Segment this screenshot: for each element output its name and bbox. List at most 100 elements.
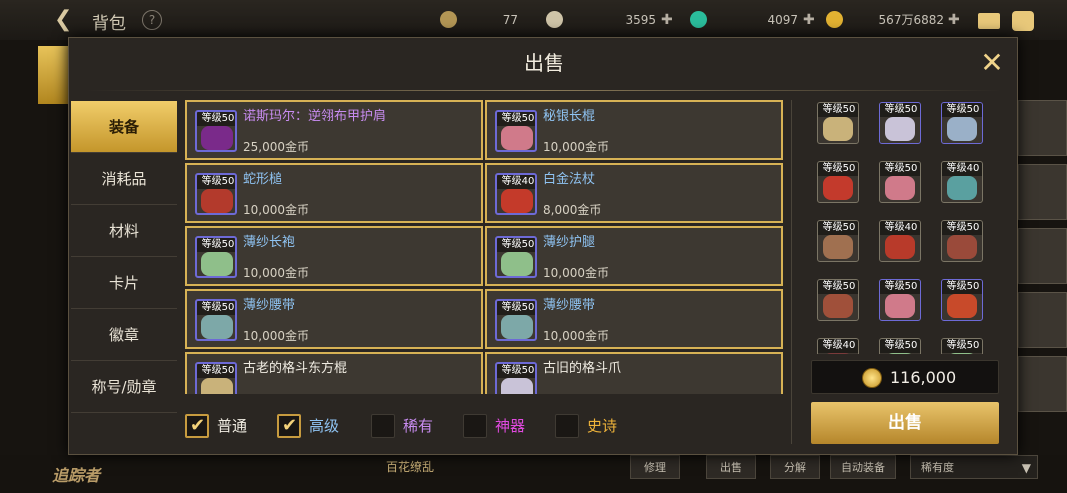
tab-consumables[interactable]: 消耗品 bbox=[71, 153, 177, 205]
sell-tab-button[interactable]: 出售 bbox=[706, 455, 756, 479]
item-price: 10,000金币 bbox=[543, 329, 609, 343]
auto-equip-button[interactable]: 自动装备 bbox=[830, 455, 896, 479]
item-card[interactable]: 等级50 秘银长棍 10,000金币 bbox=[485, 100, 783, 160]
chat-icon[interactable] bbox=[1012, 11, 1034, 31]
item-icon: 等级50 bbox=[495, 236, 537, 278]
selected-item-icon[interactable]: 等级50 bbox=[879, 102, 921, 144]
item-art-icon bbox=[501, 378, 533, 394]
selected-item-icon[interactable]: 等级50 bbox=[941, 338, 983, 354]
selected-item-icon[interactable]: 等级50 bbox=[941, 220, 983, 262]
selected-item-icon[interactable]: 等级50 bbox=[941, 102, 983, 144]
item-card[interactable]: 等级50 薄纱护腿 10,000金币 bbox=[485, 226, 783, 286]
item-name: 薄纱腰带 bbox=[243, 298, 296, 313]
item-art-icon bbox=[947, 353, 977, 354]
item-card[interactable]: 等级40 白金法杖 8,000金币 bbox=[485, 163, 783, 223]
selected-item-icon[interactable]: 等级50 bbox=[879, 279, 921, 321]
item-level: 等级40 bbox=[880, 221, 920, 235]
item-price: 10,000金币 bbox=[243, 203, 309, 217]
selected-item-icon[interactable]: 等级50 bbox=[941, 279, 983, 321]
selected-item-icon[interactable]: 等级50 bbox=[817, 161, 859, 203]
item-name: 诺斯玛尔：逆翎布甲护肩 bbox=[243, 109, 387, 124]
item-card[interactable]: 等级50 古老的格斗东方棍 bbox=[185, 352, 483, 394]
item-art-icon bbox=[885, 235, 915, 259]
item-level: 等级50 bbox=[942, 280, 982, 294]
total-price: 116,000 bbox=[811, 360, 999, 394]
selected-item-icon[interactable]: 等级50 bbox=[879, 338, 921, 354]
plus-icon[interactable]: ✚ bbox=[803, 13, 815, 27]
item-icon: 等级50 bbox=[195, 362, 237, 394]
selected-item-icon[interactable]: 等级50 bbox=[817, 279, 859, 321]
back-arrow-icon[interactable]: ❮ bbox=[54, 8, 84, 32]
sort-select[interactable]: 稀有度 ▼ bbox=[910, 455, 1038, 479]
item-card[interactable]: 等级50 薄纱腰带 10,000金币 bbox=[185, 289, 483, 349]
filter-label: 稀有 bbox=[403, 417, 434, 435]
item-price: 10,000金币 bbox=[243, 329, 309, 343]
selected-item-icon[interactable]: 等级50 bbox=[879, 161, 921, 203]
selected-item-icon[interactable]: 等级40 bbox=[879, 220, 921, 262]
panel-divider bbox=[791, 100, 792, 444]
selected-items-grid: 等级50 等级50 等级50 等级50 等级50 等级40 等级50 等级40 等级50 等级50… bbox=[817, 102, 997, 354]
item-art-icon bbox=[947, 294, 977, 318]
repair-button[interactable]: 修理 bbox=[630, 455, 680, 479]
item-card[interactable]: 等级50 诺斯玛尔：逆翎布甲护肩 25,000金币 bbox=[185, 100, 483, 160]
item-name: 古旧的格斗爪 bbox=[543, 361, 622, 376]
item-art-icon bbox=[823, 294, 853, 318]
item-art-icon bbox=[501, 252, 533, 276]
item-level: 等级50 bbox=[880, 339, 920, 353]
item-icon: 等级50 bbox=[495, 110, 537, 152]
item-level: 等级50 bbox=[497, 301, 535, 315]
checkbox[interactable] bbox=[371, 414, 395, 438]
chevron-down-icon: ▼ bbox=[1021, 461, 1031, 475]
item-card[interactable]: 等级50 薄纱腰带 10,000金币 bbox=[485, 289, 783, 349]
selected-item-icon[interactable]: 等级40 bbox=[941, 161, 983, 203]
close-icon[interactable]: ✕ bbox=[977, 48, 1007, 78]
tab-materials[interactable]: 材料 bbox=[71, 205, 177, 257]
filter-label: 普通 bbox=[217, 417, 248, 435]
sell-button[interactable]: 出售 bbox=[811, 402, 999, 444]
mail-icon[interactable] bbox=[978, 13, 1000, 29]
sort-label: 稀有度 bbox=[921, 461, 954, 474]
checkbox[interactable]: ✔ bbox=[185, 414, 209, 438]
item-name: 薄纱腰带 bbox=[543, 298, 596, 313]
item-icon: 等级50 bbox=[195, 173, 237, 215]
item-art-icon bbox=[501, 126, 533, 150]
tab-badges[interactable]: 徽章 bbox=[71, 309, 177, 361]
item-price: 8,000金币 bbox=[543, 203, 602, 217]
item-level: 等级50 bbox=[497, 364, 535, 378]
coin-icon bbox=[826, 11, 843, 28]
selected-item-icon[interactable]: 等级50 bbox=[817, 102, 859, 144]
item-art-icon bbox=[201, 252, 233, 276]
item-icon: 等级50 bbox=[195, 236, 237, 278]
plus-icon[interactable]: ✚ bbox=[948, 13, 960, 27]
item-level: 等级50 bbox=[818, 103, 858, 117]
page-title: 背包 bbox=[92, 14, 126, 34]
checkbox[interactable] bbox=[555, 414, 579, 438]
item-card[interactable]: 等级50 古旧的格斗爪 bbox=[485, 352, 783, 394]
selected-item-icon[interactable]: 等级40 bbox=[817, 338, 859, 354]
checkbox[interactable]: ✔ bbox=[277, 414, 301, 438]
item-level: 等级40 bbox=[497, 175, 535, 189]
item-art-icon bbox=[885, 294, 915, 318]
item-level: 等级50 bbox=[818, 221, 858, 235]
item-icon: 等级50 bbox=[195, 110, 237, 152]
tab-cards[interactable]: 卡片 bbox=[71, 257, 177, 309]
item-card[interactable]: 等级50 薄纱长袍 10,000金币 bbox=[185, 226, 483, 286]
bottom-center-text: 百花缭乱 bbox=[386, 460, 435, 474]
item-level: 等级40 bbox=[818, 339, 858, 353]
filter-label: 史诗 bbox=[587, 417, 618, 435]
item-card[interactable]: 等级50 蛇形槌 10,000金币 bbox=[185, 163, 483, 223]
item-icon: 等级50 bbox=[495, 299, 537, 341]
help-icon[interactable]: ? bbox=[142, 10, 162, 30]
item-level: 等级50 bbox=[818, 280, 858, 294]
selected-item-icon[interactable]: 等级50 bbox=[817, 220, 859, 262]
item-art-icon bbox=[947, 176, 977, 200]
currency-value-2: 3595 bbox=[625, 13, 656, 27]
checkbox[interactable] bbox=[463, 414, 487, 438]
tab-titles[interactable]: 称号/勋章 bbox=[71, 361, 177, 413]
plus-icon[interactable]: ✚ bbox=[661, 13, 673, 27]
item-level: 等级50 bbox=[197, 238, 235, 252]
item-price: 25,000金币 bbox=[243, 140, 309, 154]
tab-equipment[interactable]: 装备 bbox=[71, 101, 177, 153]
disassemble-button[interactable]: 分解 bbox=[770, 455, 820, 479]
item-level: 等级50 bbox=[197, 301, 235, 315]
